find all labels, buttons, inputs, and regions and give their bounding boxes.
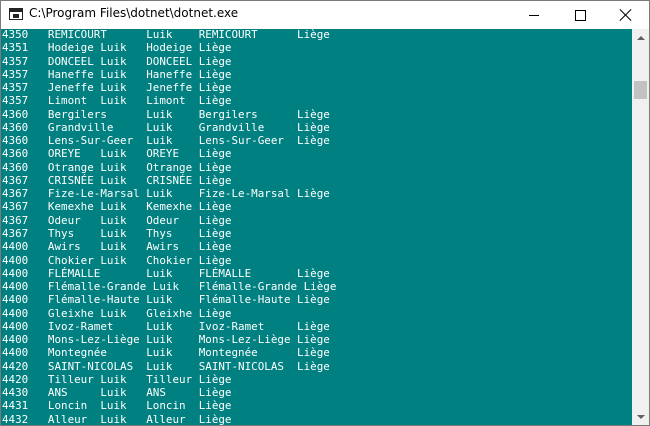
console-line: 4400 Chokier Luik Chokier Liège <box>2 253 232 267</box>
console-line: 4420 SAINT-NICOLAS Luik SAINT-NICOLAS Li… <box>2 359 330 373</box>
close-icon <box>620 9 632 21</box>
scrollbar-thumb[interactable] <box>634 81 647 99</box>
console-line: 4351 Hodeige Luik Hodeige Liège <box>2 41 232 55</box>
console-line: 4430 ANS Luik ANS Liège <box>2 386 232 400</box>
console-output[interactable]: 4350 REMICOURT Luik REMICOURT Liège 4351 … <box>1 29 632 425</box>
console-line: 4357 Limont Luik Limont Liège <box>2 94 232 108</box>
close-button[interactable] <box>603 1 649 29</box>
maximize-button[interactable] <box>557 1 603 29</box>
console-line: 4431 Loncin Luik Loncin Liège <box>2 399 232 413</box>
console-line: 4367 CRISNÉE Luik CRISNÉE Liège <box>2 173 232 187</box>
console-line: 4367 Kemexhe Luik Kemexhe Liège <box>2 200 232 214</box>
console-line: 4360 OREYE Luik OREYE Liège <box>2 147 232 161</box>
chevron-up-icon <box>636 35 645 40</box>
vertical-scrollbar[interactable] <box>632 29 649 425</box>
minimize-button[interactable] <box>511 1 557 29</box>
console-line: 4367 Fize-Le-Marsal Luik Fize-Le-Marsal … <box>2 187 330 201</box>
maximize-icon <box>574 9 586 21</box>
console-line: 4360 Bergilers Luik Bergilers Liège <box>2 107 330 121</box>
console-line: 4400 Montegnée Luik Montegnée Liège <box>2 346 330 360</box>
console-line: 4400 FLÉMALLE Luik FLÉMALLE Liège <box>2 266 330 280</box>
console-line: 4400 Ivoz-Ramet Luik Ivoz-Ramet Liège <box>2 319 330 333</box>
console-line: 4400 Flémalle-Haute Luik Flémalle-Haute … <box>2 293 330 307</box>
console-line: 4400 Gleixhe Luik Gleixhe Liège <box>2 306 232 320</box>
console-window: C:\Program Files\dotnet\dotnet.exe 4350 … <box>0 0 650 426</box>
minimize-icon <box>529 14 539 16</box>
console-line: 4350 REMICOURT Luik REMICOURT Liège <box>2 29 330 41</box>
console-lines: 4350 REMICOURT Luik REMICOURT Liège 4351 … <box>1 29 336 425</box>
title-bar[interactable]: C:\Program Files\dotnet\dotnet.exe <box>1 1 649 29</box>
console-line: 4400 Mons-Lez-Liège Luik Mons-Lez-Liège … <box>2 333 330 347</box>
console-line: 4357 Jeneffe Luik Jeneffe Liège <box>2 81 232 95</box>
console-line: 4357 Haneffe Luik Haneffe Liège <box>2 67 232 81</box>
console-line: 4400 Flémalle-Grande Luik Flémalle-Grand… <box>2 280 337 294</box>
chevron-down-icon <box>636 414 645 419</box>
console-line: 4357 DONCEEL Luik DONCEEL Liège <box>2 54 232 68</box>
console-line: 4360 Otrange Luik Otrange Liège <box>2 160 232 174</box>
console-line: 4360 Lens-Sur-Geer Luik Lens-Sur-Geer Li… <box>2 134 330 148</box>
console-line: 4400 Awirs Luik Awirs Liège <box>2 240 232 254</box>
console-line: 4360 Grandville Luik Grandville Liège <box>2 120 330 134</box>
window-title: C:\Program Files\dotnet\dotnet.exe <box>29 6 239 20</box>
scroll-up-button[interactable] <box>632 29 649 46</box>
console-app-icon[interactable] <box>9 8 23 20</box>
console-line: 4432 Alleur Luik Alleur Liège <box>2 412 232 425</box>
console-line: 4367 Thys Luik Thys Liège <box>2 226 232 240</box>
console-line: 4367 Odeur Luik Odeur Liège <box>2 213 232 227</box>
scroll-down-button[interactable] <box>632 408 649 425</box>
console-line: 4420 Tilleur Luik Tilleur Liège <box>2 372 232 386</box>
